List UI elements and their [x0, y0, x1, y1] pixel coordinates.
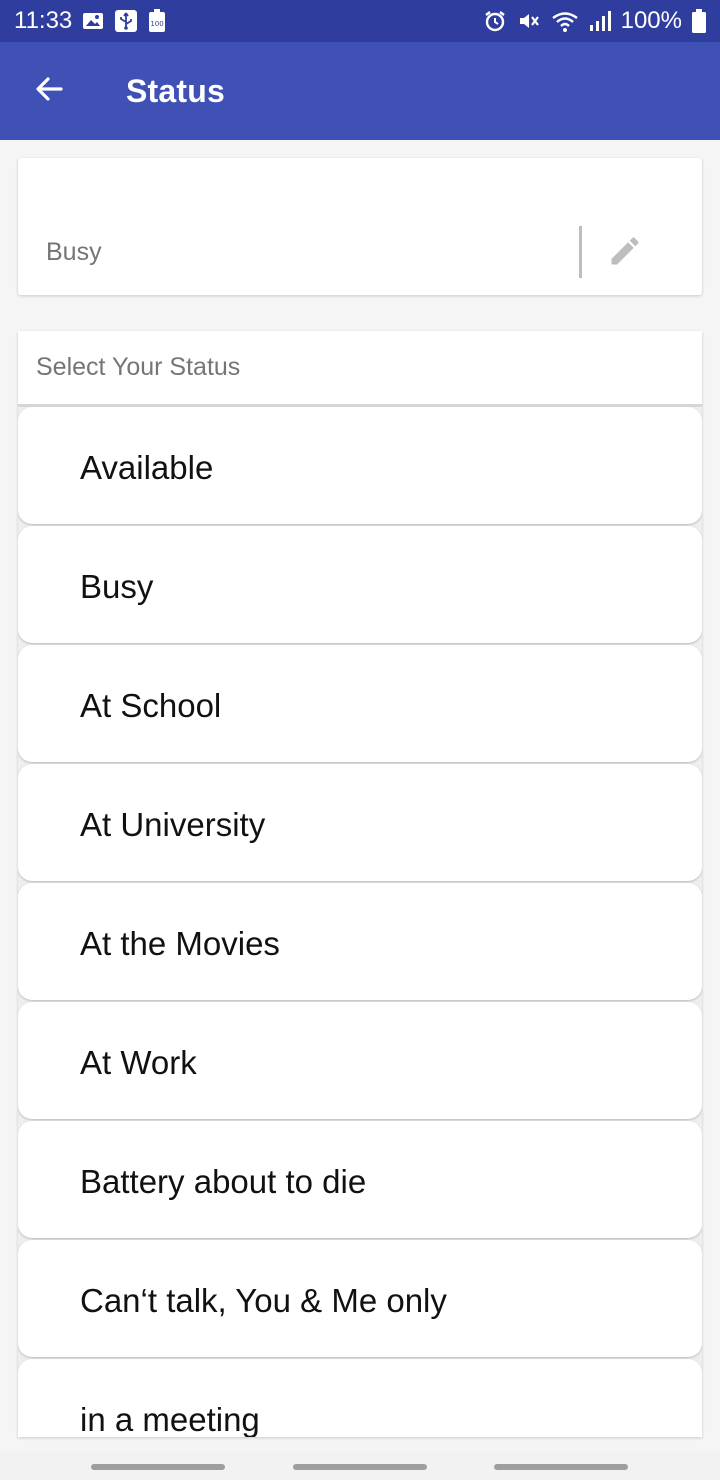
status-option-busy[interactable]: Busy	[18, 526, 702, 643]
status-time: 11:33	[14, 7, 73, 34]
status-option-cant-talk[interactable]: Can‘t talk, You & Me only	[18, 1240, 702, 1357]
status-option-in-a-meeting[interactable]: in a meeting	[18, 1359, 702, 1437]
edit-status-button[interactable]	[604, 232, 646, 274]
status-picker-label: Select Your Status	[36, 353, 241, 381]
nav-home-button[interactable]	[293, 1464, 427, 1470]
status-list[interactable]: Available Busy At School At University A…	[18, 407, 702, 1437]
image-icon	[82, 11, 104, 31]
system-status-bar: 11:33 100 100%	[0, 0, 720, 42]
arrow-back-icon	[33, 73, 65, 110]
status-option-at-the-movies[interactable]: At the Movies	[18, 883, 702, 1000]
status-option-available[interactable]: Available	[18, 407, 702, 524]
page-title: Status	[126, 72, 225, 109]
status-bar-right: 100%	[483, 7, 706, 35]
usb-icon	[114, 9, 138, 33]
status-option-at-work[interactable]: At Work	[18, 1002, 702, 1119]
status-picker-header: Select Your Status	[18, 331, 702, 407]
pencil-icon	[607, 233, 643, 274]
status-option-battery-about-to-die[interactable]: Battery about to die	[18, 1121, 702, 1238]
app-bar: Status	[0, 42, 720, 140]
battery-icon	[692, 9, 706, 33]
status-option-at-school[interactable]: At School	[18, 645, 702, 762]
mute-icon	[517, 9, 541, 33]
back-button[interactable]	[17, 59, 81, 123]
wifi-icon	[551, 9, 579, 33]
svg-text:100: 100	[151, 20, 164, 28]
current-status-card: Busy	[18, 158, 702, 295]
status-bar-left: 11:33 100	[14, 7, 166, 35]
battery-percentage: 100%	[620, 7, 682, 34]
status-option-at-university[interactable]: At University	[18, 764, 702, 881]
battery-saver-icon: 100	[148, 9, 166, 33]
nav-back-button[interactable]	[494, 1464, 628, 1470]
edit-divider	[579, 226, 582, 278]
system-navigation-bar	[0, 1452, 720, 1480]
status-picker: Select Your Status Available Busy At Sch…	[18, 331, 702, 1437]
current-status-text: Busy	[46, 238, 102, 266]
nav-recents-button[interactable]	[91, 1464, 225, 1470]
alarm-icon	[483, 9, 507, 33]
signal-icon	[589, 10, 611, 32]
